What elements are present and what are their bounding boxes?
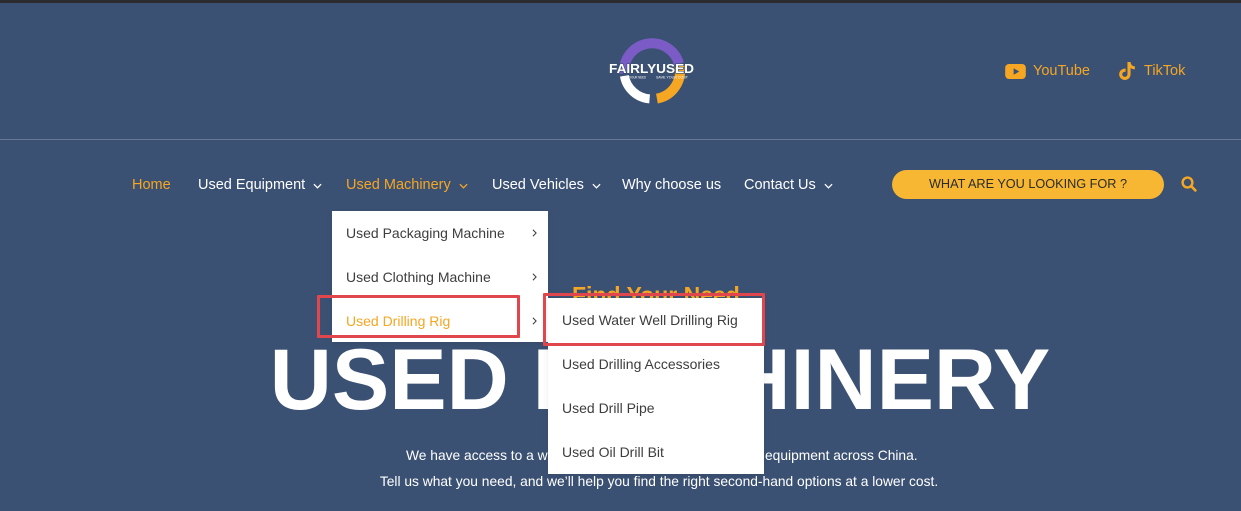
tiktok-label: TikTok xyxy=(1144,63,1186,79)
what-are-you-looking-for-button[interactable]: WHAT ARE YOU LOOKING FOR ? xyxy=(892,170,1164,199)
nav-item-contact-us[interactable]: Contact Us xyxy=(744,176,833,194)
submenu-item-drill-pipe[interactable]: Used Drill Pipe xyxy=(548,386,764,430)
chevron-down-icon xyxy=(313,183,322,189)
chevron-down-icon xyxy=(592,183,601,189)
hero-text-line1-left: We have access to a wi xyxy=(406,448,551,463)
youtube-link[interactable]: YouTube xyxy=(1005,62,1090,80)
nav-item-used-equipment[interactable]: Used Equipment xyxy=(198,176,322,194)
menu-item-label: Used Clothing Machine xyxy=(346,269,491,285)
logo-tagline-left: FIND YOUR NEED xyxy=(622,76,646,80)
chevron-down-icon xyxy=(824,183,833,189)
nav-item-home[interactable]: Home xyxy=(132,176,171,194)
top-bar xyxy=(0,0,1241,3)
fairlyused-logo[interactable]: FAIRLYUSED FIND YOUR NEED SAVE YOUR COST xyxy=(606,33,698,105)
chevron-right-icon xyxy=(532,273,537,281)
header-divider xyxy=(0,139,1241,140)
nav-item-label: Used Equipment xyxy=(198,177,306,193)
nav-item-why-choose-us[interactable]: Why choose us xyxy=(622,176,721,194)
hero-text-line1-right: equipment across China. xyxy=(765,448,918,463)
chevron-right-icon xyxy=(532,229,537,237)
highlight-box-water-well-drilling-rig xyxy=(543,293,765,346)
menu-item-label: Used Drilling Accessories xyxy=(562,356,720,372)
dropdown-item-packaging-machine[interactable]: Used Packaging Machine xyxy=(332,211,548,255)
youtube-label: YouTube xyxy=(1033,63,1090,79)
chevron-down-icon xyxy=(459,183,468,189)
chevron-right-icon xyxy=(532,317,537,325)
dropdown-item-clothing-machine[interactable]: Used Clothing Machine xyxy=(332,255,548,299)
submenu-item-drilling-accessories[interactable]: Used Drilling Accessories xyxy=(548,342,764,386)
menu-item-label: Used Oil Drill Bit xyxy=(562,444,664,460)
tiktok-icon xyxy=(1119,62,1135,80)
menu-item-label: Used Packaging Machine xyxy=(346,225,505,241)
menu-item-label: Used Drill Pipe xyxy=(562,400,655,416)
search-icon[interactable] xyxy=(1181,176,1197,192)
nav-item-label: Why choose us xyxy=(622,177,722,193)
hero-text-line2: Tell us what you need, and we’ll help yo… xyxy=(379,474,939,489)
nav-item-label: Home xyxy=(132,177,171,193)
nav-item-label: Used Machinery xyxy=(346,177,451,193)
logo-tagline-right: SAVE YOUR COST xyxy=(656,76,689,80)
nav-item-label: Used Vehicles xyxy=(492,177,584,193)
nav-item-used-machinery[interactable]: Used Machinery xyxy=(346,176,468,194)
youtube-icon xyxy=(1005,63,1026,79)
nav-item-label: Contact Us xyxy=(744,177,816,193)
highlight-box-drilling-rig xyxy=(317,295,520,338)
logo-wordmark: FAIRLYUSED xyxy=(609,62,694,76)
submenu-item-oil-drill-bit[interactable]: Used Oil Drill Bit xyxy=(548,430,764,474)
nav-item-used-vehicles[interactable]: Used Vehicles xyxy=(492,176,601,194)
tiktok-link[interactable]: TikTok xyxy=(1117,60,1185,82)
